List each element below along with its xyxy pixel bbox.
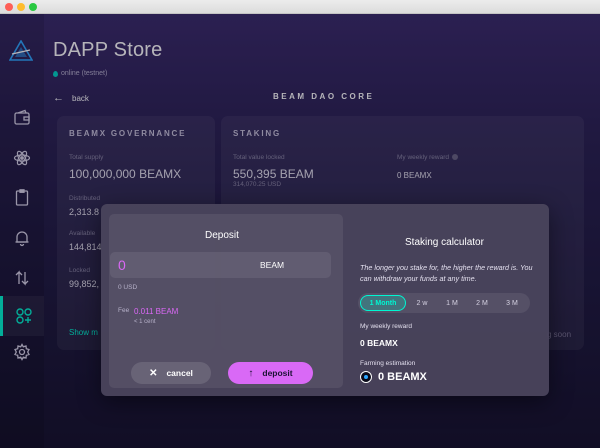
period-option-2w[interactable]: 2 w <box>408 295 436 311</box>
close-window-button[interactable] <box>5 3 13 11</box>
cancel-button-label: cancel <box>166 368 193 378</box>
close-icon: ✕ <box>149 367 158 379</box>
period-option-2m[interactable]: 2 M <box>468 295 496 311</box>
period-option-1-month[interactable]: 1 Month <box>360 295 406 311</box>
minimize-window-button[interactable] <box>17 3 25 11</box>
deposit-button[interactable]: ↑ deposit <box>228 362 313 384</box>
deposit-title: Deposit <box>205 230 239 241</box>
calc-weekly-reward-value: 0 BEAMX <box>360 338 398 348</box>
maximize-window-button[interactable] <box>29 3 37 11</box>
beamx-coin-icon <box>360 371 372 383</box>
app-window: DAPP Store online (testnet) ← back BEAM … <box>0 14 600 448</box>
period-option-1m[interactable]: 1 M <box>438 295 466 311</box>
amount-field: BEAM <box>110 252 331 278</box>
deposit-button-label: deposit <box>262 368 293 378</box>
amount-unit: BEAM <box>260 260 285 270</box>
calc-weekly-reward-label: My weekly reward <box>360 323 413 330</box>
period-selector: 1 Month 2 w 1 M 2 M 3 M <box>358 293 530 313</box>
fee-label: Fee <box>118 307 130 314</box>
amount-input[interactable] <box>118 256 238 274</box>
calculator-title: Staking calculator <box>405 237 484 248</box>
farming-estimation-label: Farming estimation <box>360 360 416 367</box>
farming-estimation-value: 0 BEAMX <box>378 371 427 383</box>
amount-usd: 0 USD <box>118 284 138 291</box>
cancel-button[interactable]: ✕ cancel <box>131 362 211 384</box>
calculator-description: The longer you stake for, the higher the… <box>360 263 533 283</box>
period-option-3m[interactable]: 3 M <box>498 295 526 311</box>
fee-value: 0.011 BEAM <box>134 307 179 316</box>
deposit-modal: Deposit BEAM 0 USD Fee 0.011 BEAM < 1 ce… <box>101 204 549 396</box>
window-titlebar <box>0 0 600 14</box>
arrow-up-icon: ↑ <box>248 367 254 379</box>
fee-usd-estimate: < 1 cent <box>134 319 156 325</box>
farming-estimation: 0 BEAMX <box>360 371 427 383</box>
